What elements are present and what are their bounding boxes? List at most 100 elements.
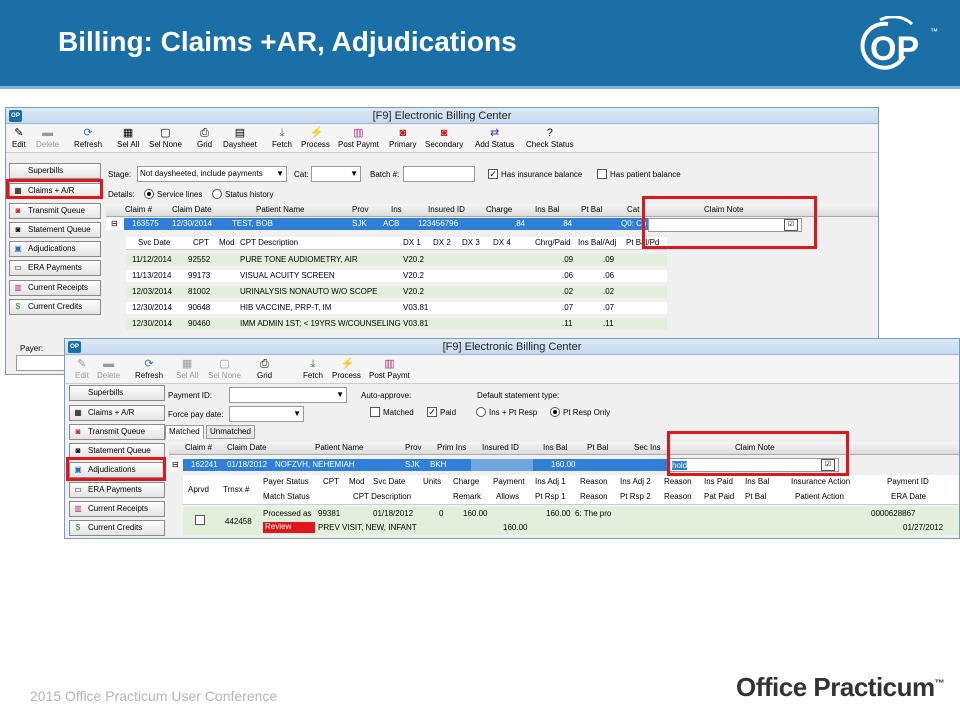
tab-matched[interactable]: Matched [165, 425, 204, 439]
fetch-button[interactable]: ⤓ Fetch [303, 358, 323, 380]
payment-icon: ▥ [384, 358, 395, 370]
adjudication-line-row[interactable]: 442458 Processed as 99381 01/18/2012 0 160.0… [183, 507, 959, 535]
sidebar-item-transmit-queue[interactable]: ◙ Transmit Queue [69, 424, 165, 440]
secondary-button[interactable]: ◙ Secondary [425, 127, 463, 149]
service-lines-label: Service lines [157, 190, 203, 199]
era-icon: ▭ [14, 263, 22, 272]
sidebar-item-current-credits[interactable]: $ Current Credits [69, 520, 165, 536]
status-history-label: Status history [225, 190, 274, 199]
has-patient-balance-checkbox[interactable] [597, 169, 607, 179]
payment-id-select[interactable]: ▼ [229, 387, 347, 403]
grid-button[interactable]: ⎙ Grid [257, 358, 272, 380]
has-ins-balance-label: Has insurance balance [501, 170, 583, 179]
force-pay-date-select[interactable]: ▼ [229, 406, 304, 422]
status-history-radio[interactable] [212, 189, 222, 199]
sidebar-item-adjudications[interactable]: ▣ Adjudications [9, 241, 101, 257]
footer-conference: 2015 Office Practicum User Conference [30, 688, 278, 704]
service-lines-radio[interactable] [144, 189, 154, 199]
daysheet-button[interactable]: ▤ Daysheet [223, 127, 257, 149]
payment-icon: ▥ [353, 127, 364, 139]
check-status-button[interactable]: ? Check Status [526, 127, 574, 149]
chevron-down-icon: ▼ [276, 169, 284, 178]
expand-toggle[interactable]: ⊟ [169, 459, 183, 471]
sel-none-button[interactable]: ▢ Sel None [208, 358, 241, 380]
post-paymt-button[interactable]: ▥ Post Paymt [369, 358, 410, 380]
secondary-icon: ◙ [440, 127, 448, 139]
payer-label: Payer: [20, 344, 44, 353]
fetch-button[interactable]: ⤓ Fetch [272, 127, 292, 149]
service-line-row[interactable]: 12/03/2014 81002 URINALYSIS NONAUTO W/O SC… [126, 286, 667, 298]
approve-checkbox[interactable] [195, 515, 205, 525]
adjudication-lines-header: Aprvd Trnsx # Payer Status CPT Mod Svc Date U… [183, 475, 959, 505]
has-patient-balance-label: Has patient balance [610, 170, 681, 179]
add-status-button[interactable]: ⇄ Add Status [475, 127, 514, 149]
refresh-button[interactable]: ⟳ Refresh [135, 358, 163, 380]
post-paymt-button[interactable]: ▥ Post Paymt [338, 127, 379, 149]
service-line-row[interactable]: 12/30/2014 90648 HIB VACCINE, PRP-T, IM V03… [126, 302, 667, 314]
sel-all-button[interactable]: ▦ Sel All [117, 127, 139, 149]
grid-button[interactable]: ⎙ Grid [197, 127, 212, 149]
ins-pt-resp-label: Ins + Pt Resp [489, 408, 538, 417]
matched-checkbox[interactable] [370, 407, 380, 417]
service-lines-header: Svc Date CPT Mod CPT Description DX 1 DX 2 DX … [126, 237, 667, 250]
sidebar-item-current-credits[interactable]: $ Current Credits [9, 299, 101, 315]
window-title: OP [F9] Electronic Billing Center [6, 108, 878, 124]
payer-input[interactable] [16, 355, 66, 371]
pt-resp-only-label: Pt Resp Only [563, 408, 611, 417]
sidebar-item-superbills[interactable]: Superbills [69, 385, 165, 401]
sidebar-item-transmit-queue[interactable]: ◙ Transmit Queue [9, 203, 101, 219]
primary-button[interactable]: ◙ Primary [389, 127, 417, 149]
details-label: Details: [108, 190, 135, 199]
auto-approve-label: Auto-approve: [361, 391, 412, 400]
process-button[interactable]: ⚡ Process [332, 358, 361, 380]
service-line-row[interactable]: 11/13/2014 99173 VISUAL ACUITY SCREEN V20.2… [126, 270, 667, 282]
sel-none-button[interactable]: ▢ Sel None [149, 127, 182, 149]
refresh-button[interactable]: ⟳ Refresh [74, 127, 102, 149]
chevron-down-icon: ▼ [336, 390, 344, 399]
cat-select[interactable]: ▼ [311, 166, 361, 182]
adjudications-icon: ▣ [14, 244, 22, 253]
batch-input[interactable] [403, 166, 475, 182]
tab-unmatched[interactable]: Unmatched [206, 425, 255, 439]
claim-row-selected[interactable]: 162241 01/18/2012 NOFZVH, NEHEMIAH SJK BKH 16… [183, 459, 669, 471]
stage-label: Stage: [108, 170, 132, 179]
service-line-row[interactable]: 11/12/2014 92552 PURE TONE AUDIOMETRY, AIR… [126, 254, 667, 266]
check-status-icon: ? [546, 127, 553, 139]
process-button[interactable]: ⚡ Process [301, 127, 330, 149]
sidebar-item-era-payments[interactable]: ▭ ERA Payments [9, 260, 101, 276]
svg-text:OP: OP [870, 30, 919, 68]
sidebar-item-current-receipts[interactable]: ▥ Current Receipts [69, 501, 165, 517]
force-pay-date-label: Force pay date: [168, 410, 224, 419]
chevron-down-icon: ▼ [293, 409, 301, 418]
edit-button[interactable]: ✎ Edit [12, 127, 26, 149]
sidebar-item-era-payments[interactable]: ▭ ERA Payments [69, 482, 165, 498]
service-line-row[interactable]: 12/30/2014 90460 IMM ADMIN 1ST; < 19YRS W/… [126, 318, 667, 330]
op-app-icon: OP [68, 341, 81, 353]
paid-checkbox[interactable]: ✓ [427, 407, 437, 417]
toolbar: ✎ Edit ▬ Delete ⟳ Refresh ▦ Sel All ▢ Sel Non… [6, 125, 878, 153]
select-all-icon: ▦ [122, 127, 134, 139]
sidebar-item-claims-ar[interactable]: ▦ Claims + A/R [69, 405, 165, 421]
slide-title: Billing: Claims +AR, Adjudications [58, 26, 517, 57]
delete-button[interactable]: ▬ Delete [36, 127, 59, 149]
delete-button[interactable]: ▬ Delete [97, 358, 120, 380]
edit-button[interactable]: ✎ Edit [75, 358, 89, 380]
stage-select[interactable]: Not daysheeted, include payments ▼ [137, 166, 287, 182]
lightning-icon: ⚡ [340, 358, 355, 370]
toolbar: ✎ Edit ▬ Delete ⟳ Refresh ▦ Sel All ▢ Sel Non… [65, 356, 959, 384]
sidebar-item-statement-queue[interactable]: ◙ Statement Queue [9, 222, 101, 238]
claim-row-selected[interactable]: 163575 12/30/2014 TEST, BOB SJK ACB 123456796… [124, 218, 654, 230]
op-logo-icon: OP ™ [860, 16, 938, 70]
expand-toggle[interactable]: ⊟ [106, 218, 124, 230]
ins-pt-resp-radio[interactable] [476, 407, 486, 417]
sel-all-button[interactable]: ▦ Sel All [176, 358, 198, 380]
sidebar-item-current-receipts[interactable]: ▥ Current Receipts [9, 280, 101, 296]
payment-id-label: Payment ID: [168, 391, 213, 400]
claims-icon: ▦ [74, 408, 82, 417]
has-ins-balance-checkbox[interactable]: ✓ [488, 169, 498, 179]
pt-resp-only-radio[interactable] [550, 407, 560, 417]
refresh-icon: ⟳ [144, 358, 154, 370]
sidebar-item-superbills[interactable]: Superbills [9, 163, 101, 179]
batch-label: Batch #: [370, 170, 400, 179]
lightning-icon: ⚡ [309, 127, 324, 139]
